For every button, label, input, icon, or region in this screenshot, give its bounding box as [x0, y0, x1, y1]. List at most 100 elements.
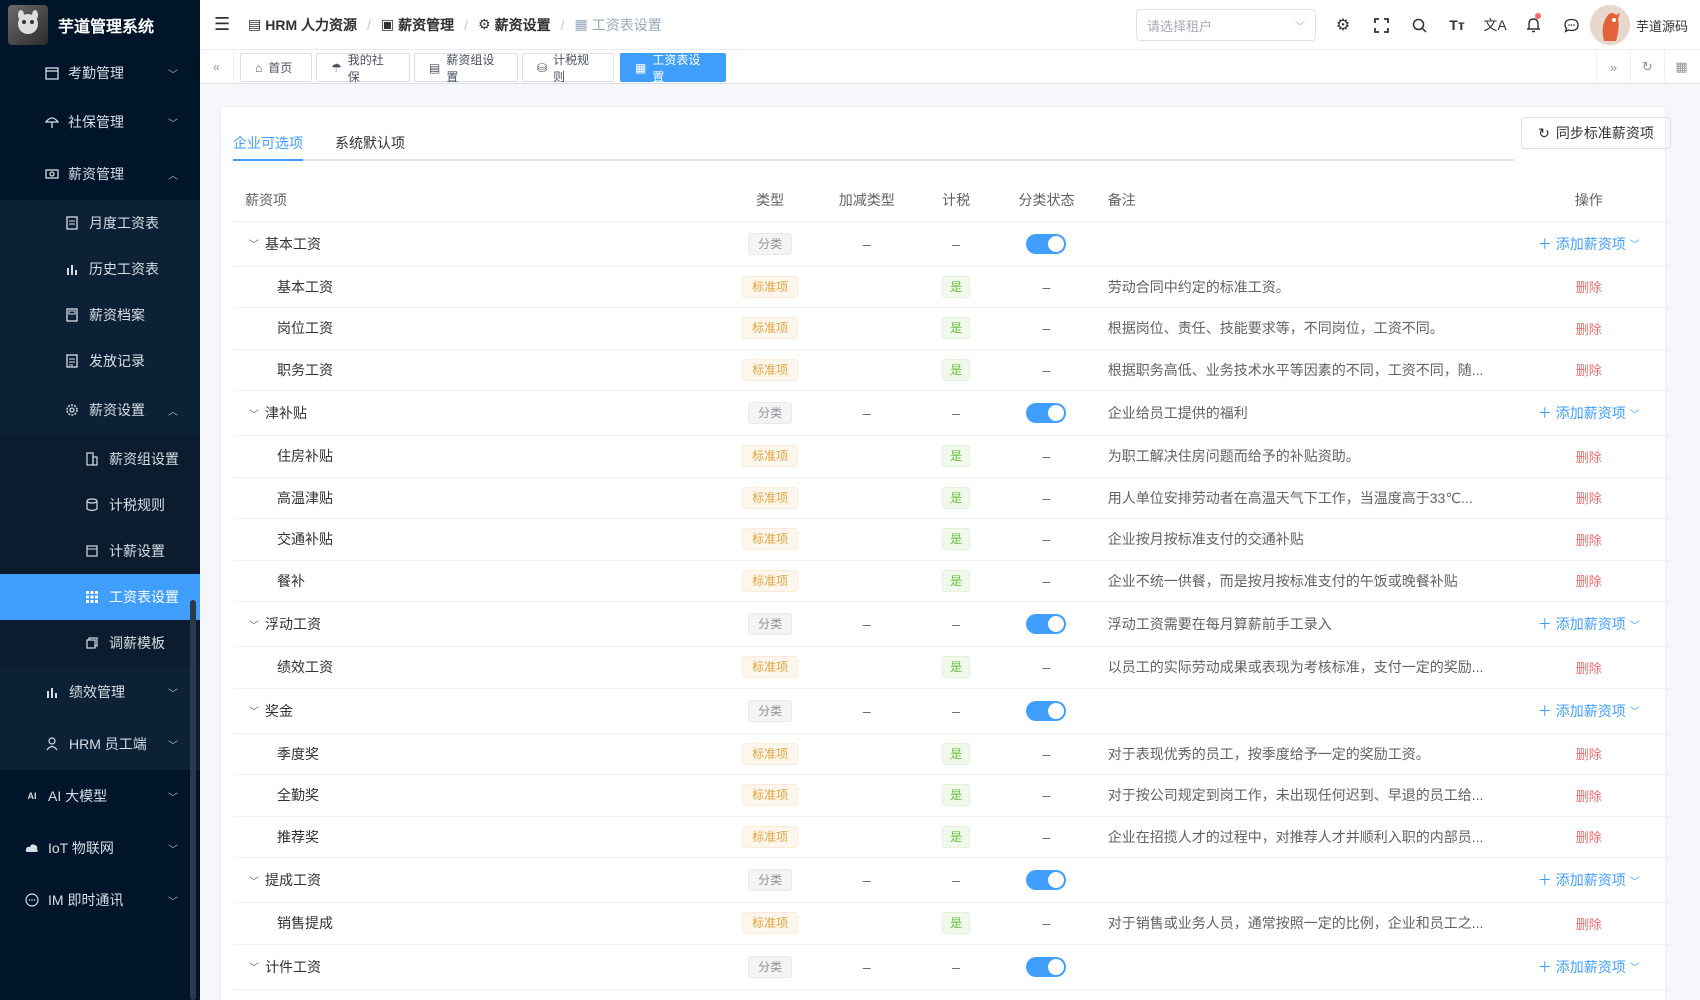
tab-enterprise-options[interactable]: 企业可选项 [233, 133, 303, 153]
avatar[interactable] [1590, 5, 1630, 45]
collapse-caret-icon[interactable]: ﹀ [249, 406, 261, 421]
building-icon [84, 451, 100, 467]
breadcrumb-item[interactable]: ▣ 薪资管理 [381, 15, 454, 35]
menu-attendance[interactable]: 考勤管理 ﹀ [0, 50, 200, 96]
delete-button[interactable]: 删除 [1576, 747, 1602, 762]
add-salary-item-button[interactable]: ＋添加薪资项 ﹀ [1538, 701, 1640, 721]
collapse-caret-icon[interactable]: ﹀ [249, 617, 261, 632]
menu-toggle-icon[interactable]: ☰ [200, 14, 240, 35]
tags-menu-icon[interactable]: ▦ [1664, 50, 1698, 84]
logo-area[interactable]: 芋道管理系统 [0, 0, 200, 50]
taxable-tag: 是 [942, 912, 971, 935]
breadcrumb-item[interactable]: ▤ HRM 人力资源 [248, 15, 357, 35]
scroll-left-icon[interactable]: « [200, 50, 234, 84]
translate-icon[interactable]: 文A [1476, 0, 1514, 50]
add-salary-item-button[interactable]: ＋添加薪资项 ﹀ [1538, 234, 1640, 254]
menu-tax-rules[interactable]: 计税规则 [0, 482, 200, 528]
menu-history-payroll[interactable]: 历史工资表 [0, 246, 200, 292]
scroll-right-icon[interactable]: » [1596, 50, 1630, 84]
delete-button[interactable]: 删除 [1576, 789, 1602, 804]
plus-icon: ＋ [1537, 616, 1552, 632]
cell-status: – [997, 349, 1096, 391]
breadcrumb-item[interactable]: ⚙ 薪资设置 [478, 15, 551, 35]
delete-button[interactable]: 删除 [1576, 491, 1602, 506]
category-status-switch[interactable] [1026, 956, 1067, 977]
menu-payroll-sheet-settings[interactable]: 工资表设置 [0, 574, 200, 620]
username[interactable]: 芋道源码 [1636, 16, 1688, 35]
chevron-down-icon: ﹀ [1629, 876, 1640, 888]
menu-monthly-payroll[interactable]: 月度工资表 [0, 200, 200, 246]
taxable-tag: 是 [942, 486, 971, 509]
cell-tax: – [915, 601, 998, 647]
tag-home[interactable]: ⌂ 首页 [240, 53, 312, 82]
delete-button[interactable]: 删除 [1576, 533, 1602, 548]
delete-button[interactable]: 删除 [1576, 830, 1602, 845]
category-status-switch[interactable] [1026, 403, 1067, 423]
category-status-switch[interactable] [1026, 233, 1067, 254]
cell-type: 分类 [721, 601, 819, 647]
collapse-caret-icon[interactable]: ﹀ [249, 236, 261, 251]
add-salary-item-button[interactable]: ＋添加薪资项 ﹀ [1538, 957, 1640, 977]
category-name: 提成工资 [265, 872, 321, 888]
menu-iot[interactable]: IoT 物联网 ﹀ [0, 822, 200, 874]
tenant-select[interactable]: 请选择租户 ﹀ [1136, 9, 1316, 41]
cell-name: 全勤奖 [233, 774, 722, 817]
collapse-caret-icon[interactable]: ﹀ [249, 873, 261, 888]
sidebar-scrollbar[interactable] [190, 600, 196, 1000]
delete-button[interactable]: 删除 [1576, 322, 1602, 337]
menu-salary-archive[interactable]: 薪资档案 [0, 292, 200, 338]
menu-hrm-employee[interactable]: HRM 员工端 ﹀ [0, 718, 200, 770]
sync-standard-items-button[interactable]: ↻ 同步标准薪资项 [1521, 117, 1671, 149]
menu-salary[interactable]: 薪资管理 ︿ [0, 148, 200, 200]
menu-salary-group-settings[interactable]: 薪资组设置 [0, 436, 200, 482]
cell-type: 分类 [721, 221, 819, 267]
table-header-row: 薪资项 类型 加减类型 计税 分类状态 备注 操作 [233, 179, 1671, 222]
collapse-caret-icon[interactable]: ﹀ [249, 959, 261, 974]
menu-performance[interactable]: 绩效管理 ﹀ [0, 666, 200, 718]
delete-button[interactable]: 删除 [1576, 661, 1602, 676]
settings-icon[interactable]: ⚙ [1324, 0, 1362, 50]
menu-pay-calc-settings[interactable]: 计薪设置 [0, 528, 200, 574]
add-label: 添加薪资项 [1555, 872, 1626, 888]
menu-salary-settings[interactable]: 薪资设置 ︿ [0, 384, 200, 436]
category-status-switch[interactable] [1026, 614, 1067, 634]
cell-type: 标准项 [721, 774, 819, 817]
cell-tax: – [915, 390, 998, 436]
font-size-icon[interactable]: Tт [1438, 0, 1476, 50]
category-status-switch[interactable] [1026, 870, 1067, 890]
menu-ai[interactable]: AI AI 大模型 ﹀ [0, 770, 200, 822]
message-icon[interactable] [1552, 0, 1590, 50]
delete-button[interactable]: 删除 [1576, 574, 1602, 589]
menu-im[interactable]: IM 即时通讯 ﹀ [0, 874, 200, 926]
tab-system-defaults[interactable]: 系统默认项 [335, 133, 405, 153]
delete-button[interactable]: 删除 [1576, 450, 1602, 465]
add-salary-item-button[interactable]: ＋添加薪资项 ﹀ [1538, 403, 1640, 423]
menu-raise-template[interactable]: 调薪模板 [0, 620, 200, 666]
tag-salary-group-settings[interactable]: ▤ 薪资组设置 [414, 53, 518, 84]
delete-button[interactable]: 删除 [1576, 280, 1602, 295]
add-salary-item-button[interactable]: ＋添加薪资项 ﹀ [1538, 870, 1640, 890]
bell-icon[interactable] [1514, 0, 1552, 50]
menu-payment-records[interactable]: 发放记录 [0, 338, 200, 384]
collapse-caret-icon[interactable]: ﹀ [249, 703, 261, 718]
tag-payroll-sheet-settings[interactable]: ▦ 工资表设置 [620, 53, 726, 84]
tag-my-social-security[interactable]: ☂ 我的社保 [316, 53, 410, 84]
delete-button[interactable]: 删除 [1576, 917, 1602, 932]
menu-social-security[interactable]: 社保管理 ﹀ [0, 96, 200, 148]
search-icon[interactable] [1400, 0, 1438, 50]
refresh-icon[interactable]: ↻ [1630, 50, 1664, 84]
category-status-switch[interactable] [1026, 700, 1067, 721]
cell-name: 高温津贴 [233, 477, 722, 519]
fullscreen-icon[interactable] [1362, 0, 1400, 50]
category-row: ﹀ 基本工资 分类 – – ＋添加薪资项 ﹀ [233, 221, 1671, 267]
cell-status [997, 390, 1096, 436]
cell-tax: – [915, 688, 998, 734]
item-name: 全勤奖 [277, 787, 319, 804]
cell-note: 对于表现优秀的员工，按季度给予一定的奖励工资。 [1095, 733, 1507, 775]
add-label: 添加薪资项 [1555, 958, 1626, 975]
delete-button[interactable]: 删除 [1576, 363, 1602, 378]
add-salary-item-button[interactable]: ＋添加薪资项 ﹀ [1538, 614, 1640, 634]
cell-adjust: – [818, 221, 915, 267]
tag-tax-rules[interactable]: ⛁ 计税规则 [522, 53, 614, 84]
sync-button-label: 同步标准薪资项 [1555, 125, 1654, 141]
